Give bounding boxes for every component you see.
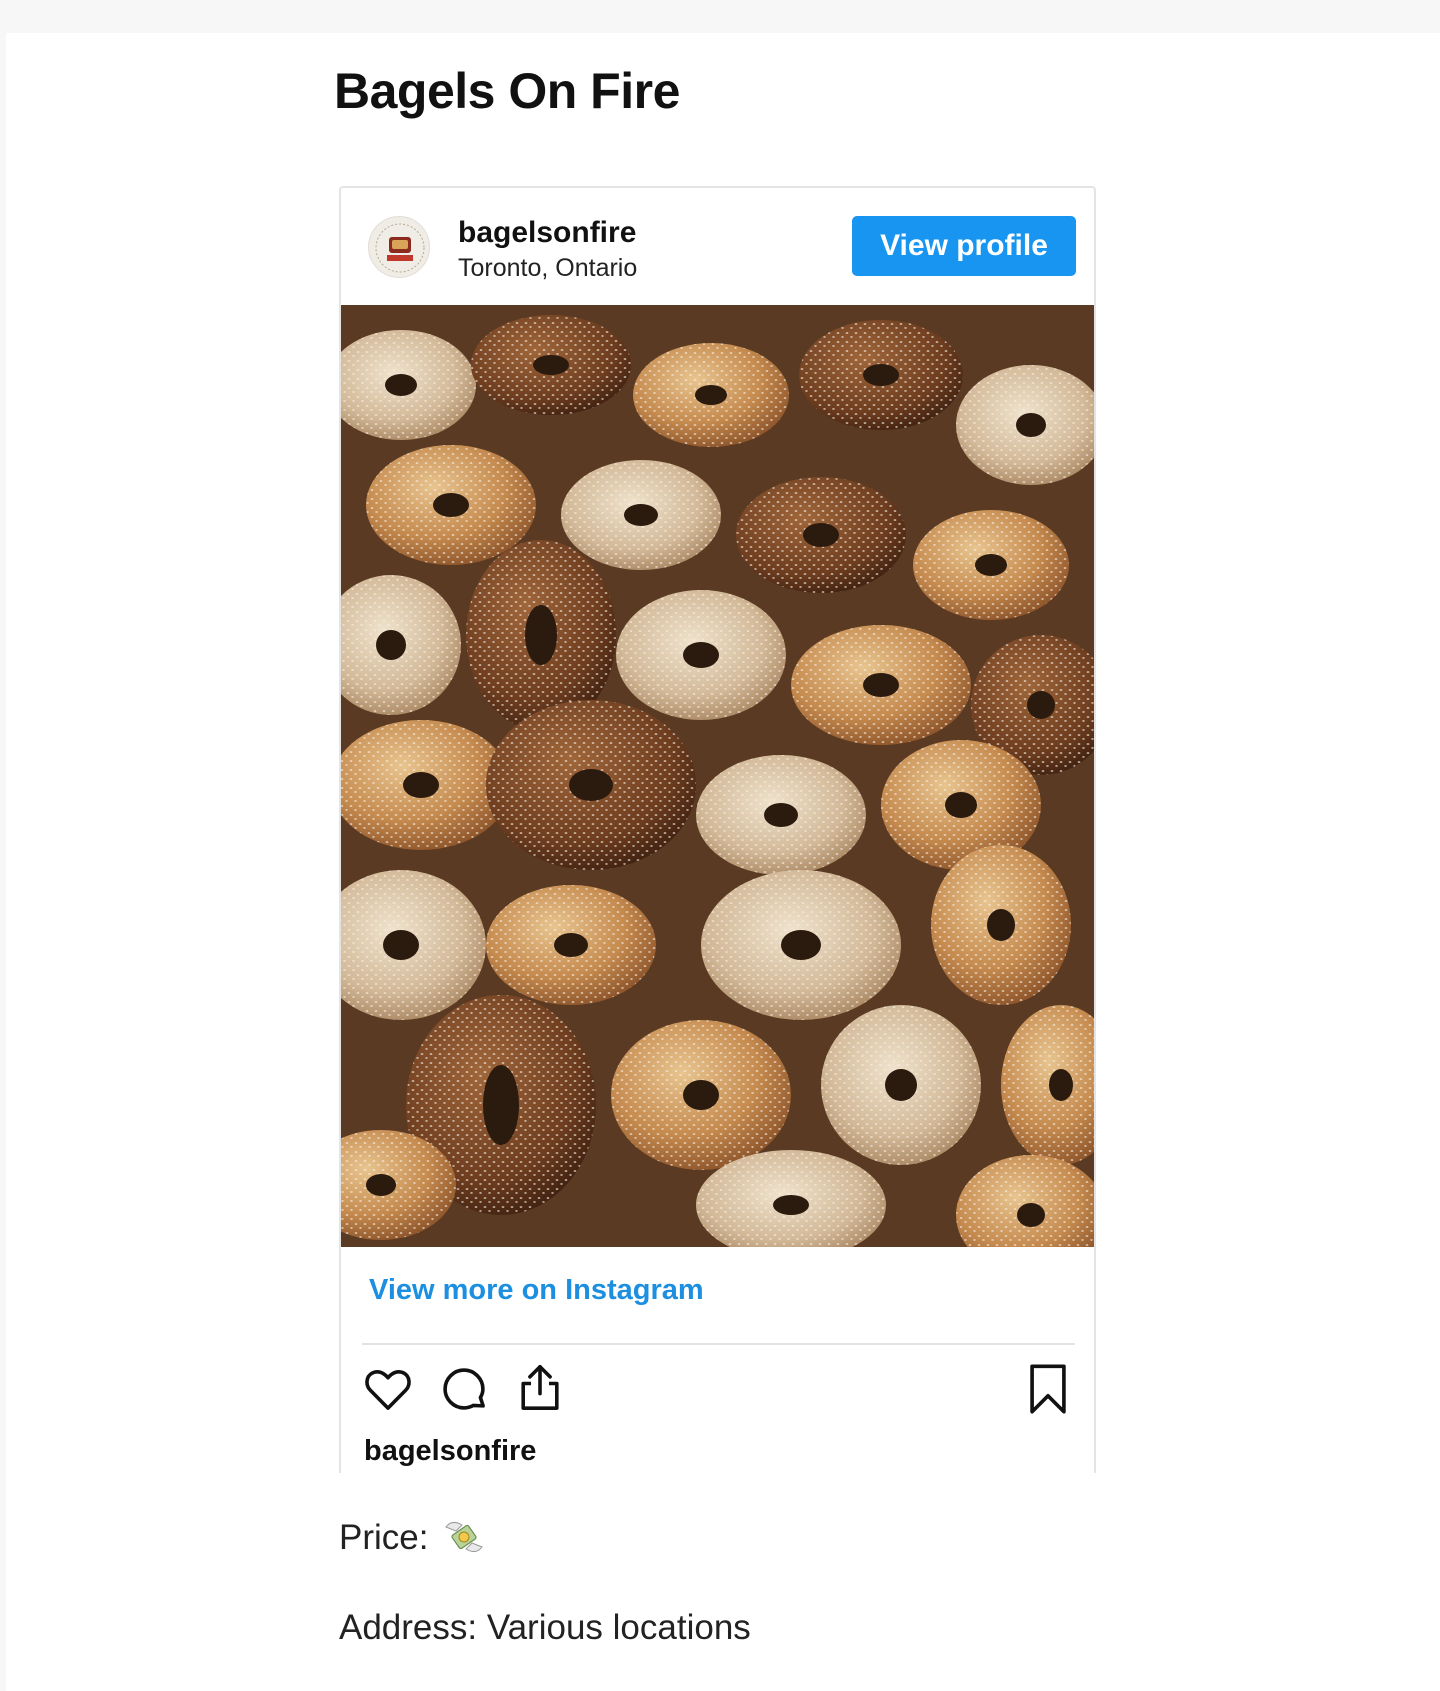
avatar[interactable] — [368, 216, 430, 278]
footer-username[interactable]: bagelsonfire — [364, 1435, 536, 1468]
instagram-embed: bagelsonfire Toronto, Ontario View profi… — [339, 186, 1096, 1473]
logo-icon — [375, 223, 425, 273]
comment-icon[interactable] — [437, 1362, 491, 1416]
heart-icon[interactable] — [361, 1362, 415, 1416]
price-line: Price: — [339, 1517, 486, 1558]
embed-header: bagelsonfire Toronto, Ontario View profi… — [341, 188, 1094, 305]
share-icon[interactable] — [513, 1360, 567, 1416]
post-photo[interactable] — [341, 305, 1096, 1247]
view-profile-button[interactable]: View profile — [852, 216, 1076, 276]
view-more-link[interactable]: View more on Instagram — [369, 1274, 704, 1307]
bookmark-icon[interactable] — [1023, 1360, 1073, 1418]
divider — [362, 1343, 1075, 1345]
page-title: Bagels On Fire — [334, 63, 680, 119]
location[interactable]: Toronto, Ontario — [458, 254, 637, 283]
username[interactable]: bagelsonfire — [458, 216, 636, 250]
price-label: Price: — [339, 1518, 429, 1557]
money-with-wings-icon — [445, 1521, 483, 1553]
address-line: Address: Various locations — [339, 1608, 751, 1647]
